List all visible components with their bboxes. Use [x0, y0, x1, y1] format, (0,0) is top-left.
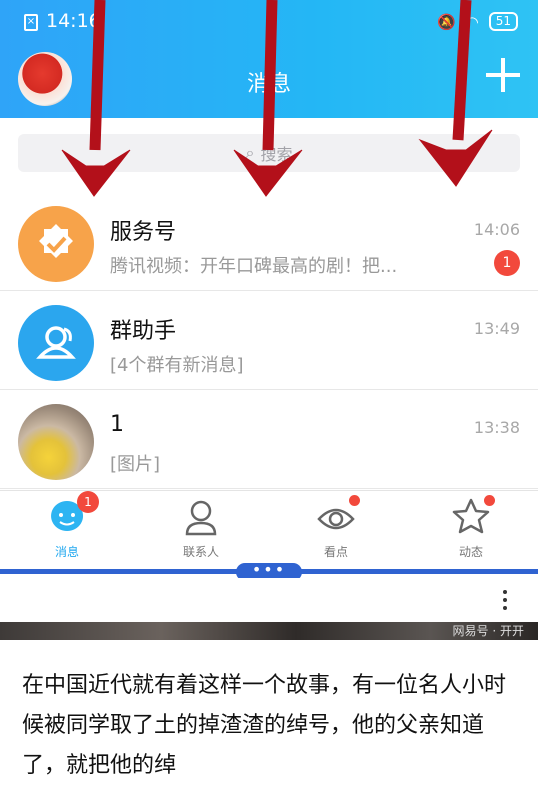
tab-contacts[interactable]: 联系人 [156, 497, 246, 560]
item-preview: [4个群有新消息] [110, 355, 244, 376]
wifi-icon: ◠ [465, 12, 479, 31]
tab-feed[interactable]: 动态 [426, 495, 516, 560]
message-tab-icon: 1 [47, 491, 99, 537]
item-name: 群助手 [110, 319, 177, 344]
tab-label: 动态 [458, 545, 483, 559]
unread-badge: 1 [494, 250, 520, 276]
status-right: 🔕 ◠ 51 [437, 12, 518, 31]
search-icon: ⌕ [245, 143, 255, 162]
service-account-icon [18, 206, 94, 282]
tab-label: 看点 [323, 545, 348, 559]
tab-messages[interactable]: 1 消息 [22, 491, 112, 560]
group-assistant-icon [18, 305, 94, 381]
list-item-group-assistant[interactable]: 群助手 [4个群有新消息] 13:49 [0, 291, 538, 390]
search-input[interactable]: ⌕ 搜索 [18, 134, 520, 172]
item-name: 服务号 [110, 220, 177, 245]
item-time: 14:06 [473, 220, 520, 239]
tab-dot [349, 495, 360, 506]
page-title: 消息 [246, 72, 291, 97]
add-icon[interactable] [486, 58, 520, 92]
sim-icon: × [24, 14, 38, 31]
tab-badge: 1 [77, 491, 99, 513]
article-image: 网易号 · 开开 [0, 622, 538, 640]
search-placeholder: 搜索 [260, 145, 293, 164]
mute-icon: 🔕 [436, 12, 456, 31]
tab-dot [484, 495, 495, 506]
lower-app-pane: 网易号 · 开开 在中国近代就有着这样一个故事，有一位名人小时候被同学取了土的掉… [0, 578, 538, 800]
bottom-tab-bar: 1 消息 联系人 看点 动态 [0, 490, 538, 566]
item-time: 13:38 [473, 418, 520, 437]
tab-label: 消息 [54, 545, 79, 559]
more-options-icon[interactable] [502, 590, 508, 614]
image-caption: 网易号 · 开开 [452, 624, 524, 638]
article-text: 在中国近代就有着这样一个故事，有一位名人小时候被同学取了土的掉渣渣的绰号，他的父… [22, 673, 507, 778]
list-item-contact-1[interactable]: 1 [图片] 13:38 [0, 390, 538, 489]
item-name: 1 [110, 412, 124, 437]
search-area: ⌕ 搜索 [0, 118, 538, 192]
item-preview: 腾讯视频：开年口碑最高的剧！把... [110, 256, 398, 277]
app-header: × 14:16 🔕 ◠ 51 消息 [0, 0, 538, 118]
tab-label: 联系人 [182, 545, 219, 559]
tab-watch[interactable]: 看点 [291, 495, 381, 560]
battery-indicator: 51 [488, 12, 518, 31]
item-preview: [图片] [110, 454, 161, 475]
status-bar: × 14:16 🔕 ◠ 51 [0, 8, 538, 36]
watch-tab-icon [316, 495, 360, 537]
contacts-tab-icon [181, 497, 221, 537]
contact-avatar [18, 404, 94, 480]
star-tab-icon [451, 495, 495, 537]
list-item-service[interactable]: 服务号 腾讯视频：开年口碑最高的剧！把... 14:06 1 [0, 192, 538, 291]
item-time: 13:49 [473, 319, 520, 338]
status-time: 14:16 [46, 10, 101, 32]
